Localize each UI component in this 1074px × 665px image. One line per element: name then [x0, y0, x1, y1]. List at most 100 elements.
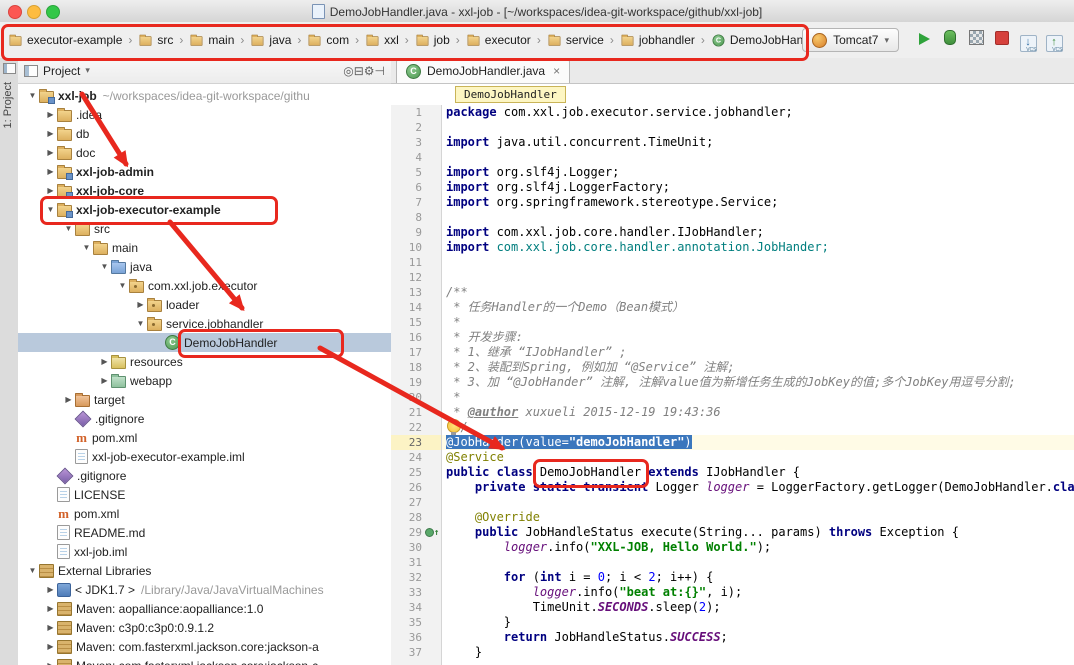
code-line-10[interactable]: import com.xxl.job.core.handler.annotati… [442, 240, 1074, 255]
code-line-19[interactable]: * 3、加 “@JobHander” 注解, 注解value值为新增任务生成的J… [442, 375, 1074, 390]
tree-item-service-jobhandler[interactable]: ▼service.jobhandler [18, 314, 391, 333]
code-line-17[interactable]: * 1、继承 “IJobHandler” ; [442, 345, 1074, 360]
collapsed-arrow-icon[interactable]: ▶ [44, 642, 57, 651]
code-line-32[interactable]: for (int i = 0; i < 2; i++) { [442, 570, 1074, 585]
hide-icon[interactable]: ⊣ [375, 64, 385, 78]
gutter-line-28[interactable]: 28 [391, 510, 441, 525]
tree-item-pom-xml[interactable]: pom.xml [18, 428, 391, 447]
vcs-update-button[interactable]: ↓ [1018, 33, 1038, 53]
tree-item-webapp[interactable]: ▶webapp [18, 371, 391, 390]
tool-window-icon[interactable] [3, 63, 16, 74]
expanded-arrow-icon[interactable]: ▼ [44, 205, 57, 214]
gutter-line-14[interactable]: 14 [391, 300, 441, 315]
breadcrumb-item-executor[interactable]: executor [464, 31, 533, 49]
code-line-12[interactable] [442, 270, 1074, 285]
gutter-line-17[interactable]: 17 [391, 345, 441, 360]
expanded-arrow-icon[interactable]: ▼ [116, 281, 129, 290]
code-line-7[interactable]: import org.springframework.stereotype.Se… [442, 195, 1074, 210]
editor-tab-demojobhandler[interactable]: DemoJobHandler.java × [396, 58, 570, 83]
tree-item-demojobhandler[interactable]: DemoJobHandler [18, 333, 391, 352]
tree-item-jdk1-7[interactable]: ▶< JDK1.7 >/Library/Java/JavaVirtualMach… [18, 580, 391, 599]
collapsed-arrow-icon[interactable]: ▶ [44, 186, 57, 195]
breadcrumb-item-job[interactable]: job [413, 31, 452, 49]
collapsed-arrow-icon[interactable]: ▶ [134, 300, 147, 309]
project-tool-window-button[interactable]: 1: Project [2, 82, 14, 128]
breadcrumb-item-xxl[interactable]: xxl [363, 31, 401, 49]
code-line-11[interactable] [442, 255, 1074, 270]
code-line-8[interactable] [442, 210, 1074, 225]
code-line-6[interactable]: import org.slf4j.LoggerFactory; [442, 180, 1074, 195]
code-line-16[interactable]: * 开发步骤: [442, 330, 1074, 345]
tree-item-com-xxl-job-executor[interactable]: ▼com.xxl.job.executor [18, 276, 391, 295]
gutter-line-25[interactable]: 25 [391, 465, 441, 480]
tree-item-doc[interactable]: ▶doc [18, 143, 391, 162]
gutter-line-10[interactable]: 10 [391, 240, 441, 255]
breadcrumb-item-service[interactable]: service [545, 31, 606, 49]
gutter-line-11[interactable]: 11 [391, 255, 441, 270]
gutter-line-1[interactable]: 1 [391, 105, 441, 120]
gutter-line-32[interactable]: 32 [391, 570, 441, 585]
tree-item-xxl-job-admin[interactable]: ▶xxl-job-admin [18, 162, 391, 181]
code-line-34[interactable]: TimeUnit.SECONDS.sleep(2); [442, 600, 1074, 615]
collapsed-arrow-icon[interactable]: ▶ [44, 604, 57, 613]
tree-item-maven-com-fasterxml-jackson-core-jackson-c[interactable]: ▶Maven: com.fasterxml.jackson.core:jacks… [18, 656, 391, 665]
collapsed-arrow-icon[interactable]: ▶ [98, 357, 111, 366]
collapsed-arrow-icon[interactable]: ▶ [44, 585, 57, 594]
code-line-13[interactable]: /** [442, 285, 1074, 300]
collapsed-arrow-icon[interactable]: ▶ [44, 661, 57, 665]
coverage-button[interactable] [966, 27, 986, 47]
tree-item-pom-xml[interactable]: pom.xml [18, 504, 391, 523]
code-line-24[interactable]: @Service [442, 450, 1074, 465]
tree-item-xxl-job-executor-example[interactable]: ▼xxl-job-executor-example [18, 200, 391, 219]
code-line-26[interactable]: private static transient Logger logger =… [442, 480, 1074, 495]
breadcrumb-item-com[interactable]: com [305, 31, 351, 49]
debug-button[interactable] [940, 27, 960, 47]
run-config-select[interactable]: Tomcat7 ▾ [802, 28, 899, 52]
vcs-commit-button[interactable]: ↑ [1044, 33, 1064, 53]
code-line-25[interactable]: public class DemoJobHandler extends IJob… [442, 465, 1074, 480]
breadcrumb-item-main[interactable]: main [187, 31, 236, 49]
expanded-arrow-icon[interactable]: ▼ [134, 319, 147, 328]
gutter-line-2[interactable]: 2 [391, 120, 441, 135]
tree-item-src[interactable]: ▼src [18, 219, 391, 238]
code-line-1[interactable]: package com.xxl.job.executor.service.job… [442, 105, 1074, 120]
collapsed-arrow-icon[interactable]: ▶ [98, 376, 111, 385]
collapse-all-icon[interactable]: ⊟ [354, 64, 364, 78]
collapsed-arrow-icon[interactable]: ▶ [44, 623, 57, 632]
gutter-line-23[interactable]: 23 [391, 435, 441, 450]
gutter-line-26[interactable]: 26 [391, 480, 441, 495]
gutter-line-18[interactable]: 18 [391, 360, 441, 375]
code-line-35[interactable]: } [442, 615, 1074, 630]
settings-icon[interactable]: ⚙ [364, 64, 375, 78]
expanded-arrow-icon[interactable]: ▼ [98, 262, 111, 271]
tree-item-target[interactable]: ▶target [18, 390, 391, 409]
gutter-line-13[interactable]: 13 [391, 285, 441, 300]
code-line-18[interactable]: * 2、装配到Spring, 例如加 “@Service” 注解; [442, 360, 1074, 375]
run-button[interactable] [914, 29, 934, 49]
gutter-line-7[interactable]: 7 [391, 195, 441, 210]
tree-item-xxl-job[interactable]: ▼xxl-job~/workspaces/idea-git-workspace/… [18, 86, 391, 105]
code-line-3[interactable]: import java.util.concurrent.TimeUnit; [442, 135, 1074, 150]
gutter-line-24[interactable]: 24 [391, 450, 441, 465]
gutter-line-16[interactable]: 16 [391, 330, 441, 345]
gutter-line-3[interactable]: 3 [391, 135, 441, 150]
gutter-line-6[interactable]: 6 [391, 180, 441, 195]
gutter-line-33[interactable]: 33 [391, 585, 441, 600]
gutter-line-22[interactable]: 22 [391, 420, 441, 435]
code-line-28[interactable]: @Override [442, 510, 1074, 525]
tree-item-xxl-job-core[interactable]: ▶xxl-job-core [18, 181, 391, 200]
tree-item-maven-com-fasterxml-jackson-core-jackson-a[interactable]: ▶Maven: com.fasterxml.jackson.core:jacks… [18, 637, 391, 656]
code-line-30[interactable]: logger.info("XXL-JOB, Hello World."); [442, 540, 1074, 555]
gutter-line-8[interactable]: 8 [391, 210, 441, 225]
gutter-line-36[interactable]: 36 [391, 630, 441, 645]
code-line-5[interactable]: import org.slf4j.Logger; [442, 165, 1074, 180]
gutter-line-19[interactable]: 19 [391, 375, 441, 390]
editor-breadcrumb-chip[interactable]: DemoJobHandler [455, 86, 566, 103]
tree-item-external-libraries[interactable]: ▼External Libraries [18, 561, 391, 580]
code-line-36[interactable]: return JobHandleStatus.SUCCESS; [442, 630, 1074, 645]
gutter-line-31[interactable]: 31 [391, 555, 441, 570]
tree-item-xxl-job-executor-example-iml[interactable]: xxl-job-executor-example.iml [18, 447, 391, 466]
gutter-line-15[interactable]: 15 [391, 315, 441, 330]
breadcrumb-item-demojobhandler[interactable]: DemoJobHandler [709, 31, 802, 50]
tree-item-main[interactable]: ▼main [18, 238, 391, 257]
